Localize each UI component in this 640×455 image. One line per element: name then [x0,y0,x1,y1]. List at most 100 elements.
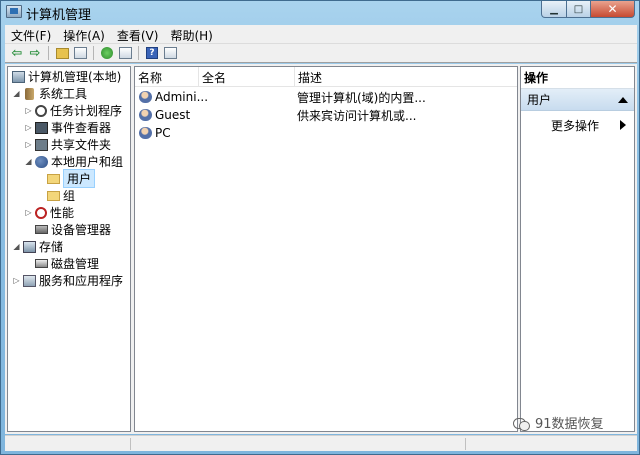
maximize-icon: □ [573,3,584,15]
watermark-text: 91数据恢复 [535,417,604,432]
caption-buttons: ▁ □ ✕ [541,1,635,18]
user-description: 供来宾访问计算机或... [297,108,417,123]
toolbar-separator [48,46,49,60]
minimize-icon: ▁ [550,3,558,15]
more-actions-label: 更多操作 [551,118,600,133]
menu-file[interactable]: 文件(F) [5,25,57,43]
submenu-arrow-icon [620,120,626,130]
menu-view[interactable]: 查看(V) [111,25,165,43]
status-divider [465,438,466,450]
table-row[interactable]: PC [135,124,517,142]
tree-label: 性能 [50,206,75,220]
more-actions-item[interactable]: 更多操作 [521,115,634,135]
properties-icon[interactable] [162,45,178,61]
clock-icon [35,104,47,117]
tree-item-local-users-groups[interactable]: ◢ 本地用户和组 [24,153,123,170]
user-name: Guest [155,108,191,122]
tree-item-shared-folders[interactable]: ▷ 共享文件夹 [24,136,111,153]
collapse-icon[interactable]: ◢ [12,242,21,251]
expand-icon[interactable]: ▷ [24,106,33,115]
list-header: 名称 全名 描述 [135,67,517,87]
computer-icon [12,70,25,83]
tree-label: 事件查看器 [51,121,112,135]
tree-label: 系统工具 [39,87,88,101]
user-icon [139,109,152,121]
tree-item-root[interactable]: 计算机管理(本地) [10,68,121,85]
navigation-tree[interactable]: 计算机管理(本地) ◢ 系统工具 ▷ 任务计划程序 ▷ 事件查看器 ▷ 共享文件… [7,66,131,432]
expand-icon[interactable]: ▷ [12,276,21,285]
services-icon [23,274,36,287]
tree-item-performance[interactable]: ▷ 性能 [24,204,74,221]
disk-icon [35,259,48,268]
menu-action[interactable]: 操作(A) [57,25,111,43]
users-group-icon [35,155,48,168]
user-name-cell: Guest [135,108,295,122]
tree-item-storage[interactable]: ◢ 存储 [12,238,63,255]
main-content: 计算机管理(本地) ◢ 系统工具 ▷ 任务计划程序 ▷ 事件查看器 ▷ 共享文件… [5,64,637,434]
refresh-icon[interactable] [99,45,115,61]
menu-bar: 文件(F) 操作(A) 查看(V) 帮助(H) [5,25,637,43]
column-header-full-name[interactable]: 全名 [199,67,295,87]
tools-icon [25,87,34,100]
users-list-view[interactable]: 名称 全名 描述 Admini... 管理计算机(域)的内置... Guest … [134,66,518,432]
help-icon[interactable]: ? [144,45,160,61]
window-title: 计算机管理 [26,8,92,23]
user-icon [139,91,152,103]
tree-label: 任务计划程序 [50,104,123,118]
tree-item-services-apps[interactable]: ▷ 服务和应用程序 [12,272,123,289]
expand-icon[interactable]: ▷ [24,140,33,149]
folder-icon [47,190,60,201]
status-bar [5,435,637,451]
maximize-button[interactable]: □ [567,1,591,18]
forward-icon[interactable]: ⇨ [27,45,43,61]
menu-help[interactable]: 帮助(H) [164,25,218,43]
tree-label: 共享文件夹 [51,138,112,152]
tree-label: 存储 [39,240,64,254]
device-manager-icon [35,225,48,234]
tree-item-device-manager[interactable]: 设备管理器 [33,221,111,238]
minimize-button[interactable]: ▁ [541,1,567,18]
computer-management-window: 计算机管理 ▁ □ ✕ 文件(F) 操作(A) 查看(V) 帮助(H) ⇦ ⇨ … [0,0,640,455]
export-icon[interactable] [117,45,133,61]
tree-item-disk-management[interactable]: 磁盘管理 [33,255,99,272]
tree-item-event-viewer[interactable]: ▷ 事件查看器 [24,119,111,136]
expand-icon[interactable]: ▷ [24,208,33,217]
up-icon[interactable] [54,45,70,61]
tree-item-users[interactable]: 用户 [45,169,96,188]
performance-icon [35,206,47,219]
user-name-cell: Admini... [135,90,295,104]
expand-icon[interactable]: ▷ [24,123,33,132]
toolbar-separator [138,46,139,60]
user-name-cell: PC [135,126,295,140]
close-button[interactable]: ✕ [591,1,635,18]
tree-item-groups[interactable]: 组 [45,187,75,204]
collapse-icon[interactable]: ◢ [12,89,21,98]
column-header-description[interactable]: 描述 [295,67,517,87]
tree-label: 组 [63,189,76,203]
title-bar[interactable]: 计算机管理 ▁ □ ✕ [1,1,639,23]
user-description: 管理计算机(域)的内置... [297,90,426,105]
user-icon [139,127,152,139]
tree-item-system-tools[interactable]: ◢ 系统工具 [12,85,87,102]
watermark: 91数据恢复 [513,413,604,432]
user-name: PC [155,126,171,140]
actions-section-label: 用户 [527,93,552,107]
back-icon[interactable]: ⇦ [9,45,25,61]
storage-icon [23,240,36,253]
close-icon: ✕ [607,2,618,16]
event-log-icon [35,121,48,134]
tree-item-task-scheduler[interactable]: ▷ 任务计划程序 [24,102,122,119]
table-row[interactable]: Guest 供来宾访问计算机或... [135,106,517,124]
tree-label: 设备管理器 [51,223,112,237]
table-row[interactable]: Admini... 管理计算机(域)的内置... [135,88,517,106]
actions-section-users[interactable]: 用户 [521,89,634,111]
user-name: Admini... [155,90,209,104]
shared-folder-icon [35,138,48,151]
tree-label-selected: 用户 [63,169,96,188]
collapse-icon[interactable]: ◢ [24,157,33,166]
folder-icon [47,173,60,184]
tree-label: 服务和应用程序 [39,274,124,288]
show-hide-tree-icon[interactable] [72,45,88,61]
toolbar: ⇦ ⇨ ? [5,43,637,63]
column-header-name[interactable]: 名称 [135,67,199,87]
